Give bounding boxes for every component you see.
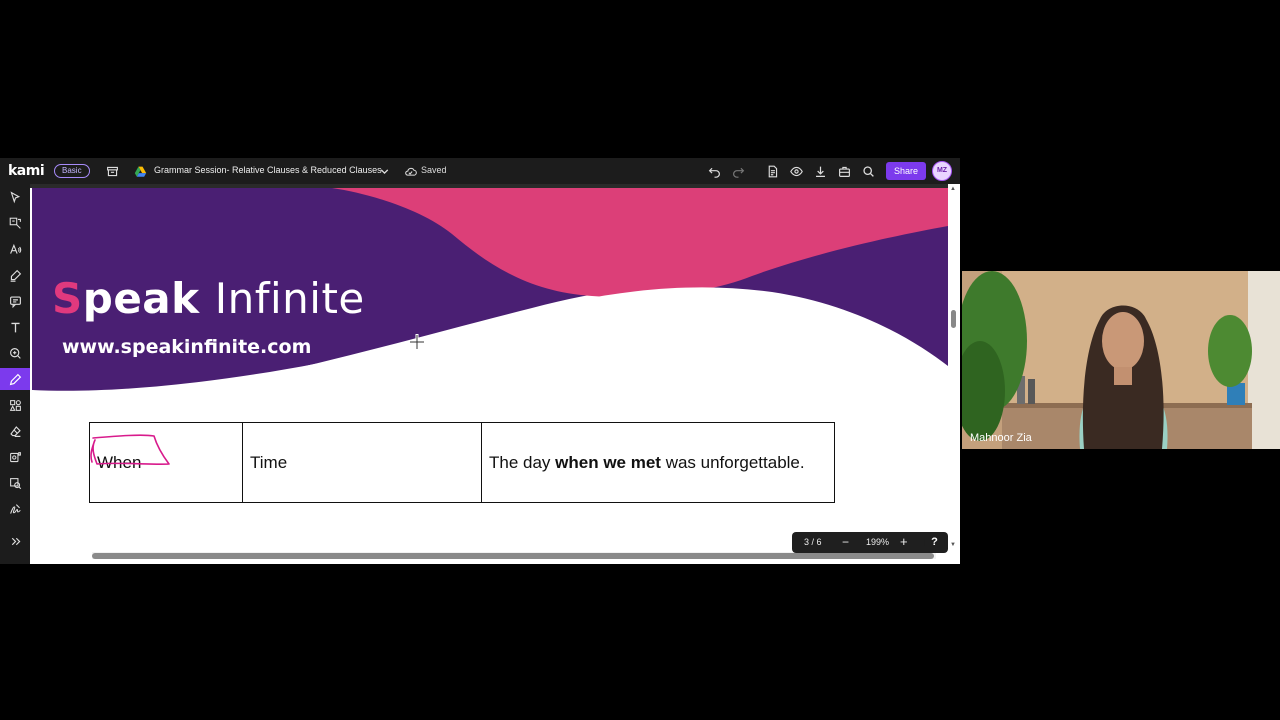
website-url: www.speakinfinite.com bbox=[62, 336, 312, 358]
drawing-icon[interactable] bbox=[0, 368, 30, 390]
brand-peak: peak bbox=[82, 274, 200, 323]
zoom-out-button[interactable]: − bbox=[842, 535, 849, 549]
expand-icon[interactable] bbox=[4, 530, 26, 552]
pdf-page[interactable]: Speak Infinite www.speakinfinite.com Whe… bbox=[32, 188, 948, 553]
zoom-level[interactable]: 199% bbox=[866, 537, 889, 547]
page-indicator[interactable]: 3 / 6 bbox=[804, 537, 822, 547]
save-status: Saved bbox=[421, 165, 447, 175]
eye-icon[interactable] bbox=[788, 163, 804, 179]
help-button[interactable]: ? bbox=[924, 532, 945, 553]
table-cell-example[interactable]: The day when we met was unforgettable. bbox=[481, 422, 835, 503]
document-viewport[interactable]: Speak Infinite www.speakinfinite.com Whe… bbox=[30, 184, 960, 564]
kami-logo: kami bbox=[8, 163, 45, 179]
example-prefix: The day bbox=[489, 452, 556, 472]
participant-video-tile[interactable]: Mahnoor Zia bbox=[962, 271, 1280, 449]
participant-video bbox=[962, 271, 1280, 449]
crosshair-cursor-icon bbox=[409, 334, 425, 350]
scroll-down-arrow-icon[interactable]: ▼ bbox=[950, 542, 956, 548]
table-cell-category[interactable]: Time bbox=[242, 422, 482, 503]
top-bar: kami Basic Grammar Session- Relative Cla… bbox=[0, 158, 960, 184]
share-button[interactable]: Share bbox=[886, 162, 926, 180]
kami-app-window: kami Basic Grammar Session- Relative Cla… bbox=[0, 158, 960, 564]
chevron-down-icon[interactable] bbox=[376, 163, 392, 179]
undo-icon[interactable] bbox=[706, 163, 722, 179]
redo-icon[interactable] bbox=[730, 163, 746, 179]
user-avatar[interactable]: MZ bbox=[932, 161, 952, 181]
category-time: Time bbox=[250, 452, 288, 472]
text-icon[interactable] bbox=[4, 316, 26, 338]
signature-icon[interactable] bbox=[4, 498, 26, 520]
zoom-in-button[interactable]: + bbox=[900, 534, 908, 549]
example-suffix: was unforgettable. bbox=[660, 452, 805, 472]
speakinfinite-logo: Speak Infinite bbox=[52, 274, 365, 323]
participant-name: Mahnoor Zia bbox=[970, 432, 1032, 444]
select-icon[interactable] bbox=[4, 186, 26, 208]
scroll-up-arrow-icon[interactable]: ▲ bbox=[950, 186, 956, 192]
archive-icon[interactable] bbox=[104, 163, 120, 179]
table-row: When Time The day when we met was unforg… bbox=[89, 422, 835, 503]
horizontal-scrollbar-thumb[interactable] bbox=[92, 553, 934, 559]
comment-icon[interactable] bbox=[4, 290, 26, 312]
vertical-scrollbar-thumb[interactable] bbox=[951, 310, 956, 328]
highlighter-icon[interactable] bbox=[4, 264, 26, 286]
example-clause: when we met bbox=[555, 452, 661, 472]
document-outline-icon[interactable] bbox=[764, 163, 780, 179]
shape-icon[interactable] bbox=[4, 342, 26, 364]
dictionary-icon[interactable] bbox=[4, 446, 26, 468]
eraser-icon[interactable] bbox=[4, 420, 26, 442]
brand-s-letter: S bbox=[52, 274, 83, 323]
search-icon[interactable] bbox=[860, 163, 876, 179]
cloud-saved-icon bbox=[402, 163, 418, 179]
annotation-toolbar bbox=[0, 184, 30, 564]
relative-adverb-table: When Time The day when we met was unforg… bbox=[89, 422, 835, 503]
add-media-icon[interactable] bbox=[4, 394, 26, 416]
brand-infinite: Infinite bbox=[214, 274, 365, 323]
briefcase-icon[interactable] bbox=[836, 163, 852, 179]
download-icon[interactable] bbox=[812, 163, 828, 179]
capture-icon[interactable] bbox=[4, 472, 26, 494]
ocr-icon[interactable] bbox=[4, 212, 26, 234]
document-title[interactable]: Grammar Session- Relative Clauses & Redu… bbox=[154, 165, 382, 175]
text-to-speech-icon[interactable] bbox=[4, 238, 26, 260]
google-drive-icon bbox=[132, 163, 148, 179]
plan-badge[interactable]: Basic bbox=[54, 164, 90, 178]
pen-annotation[interactable] bbox=[87, 428, 177, 478]
